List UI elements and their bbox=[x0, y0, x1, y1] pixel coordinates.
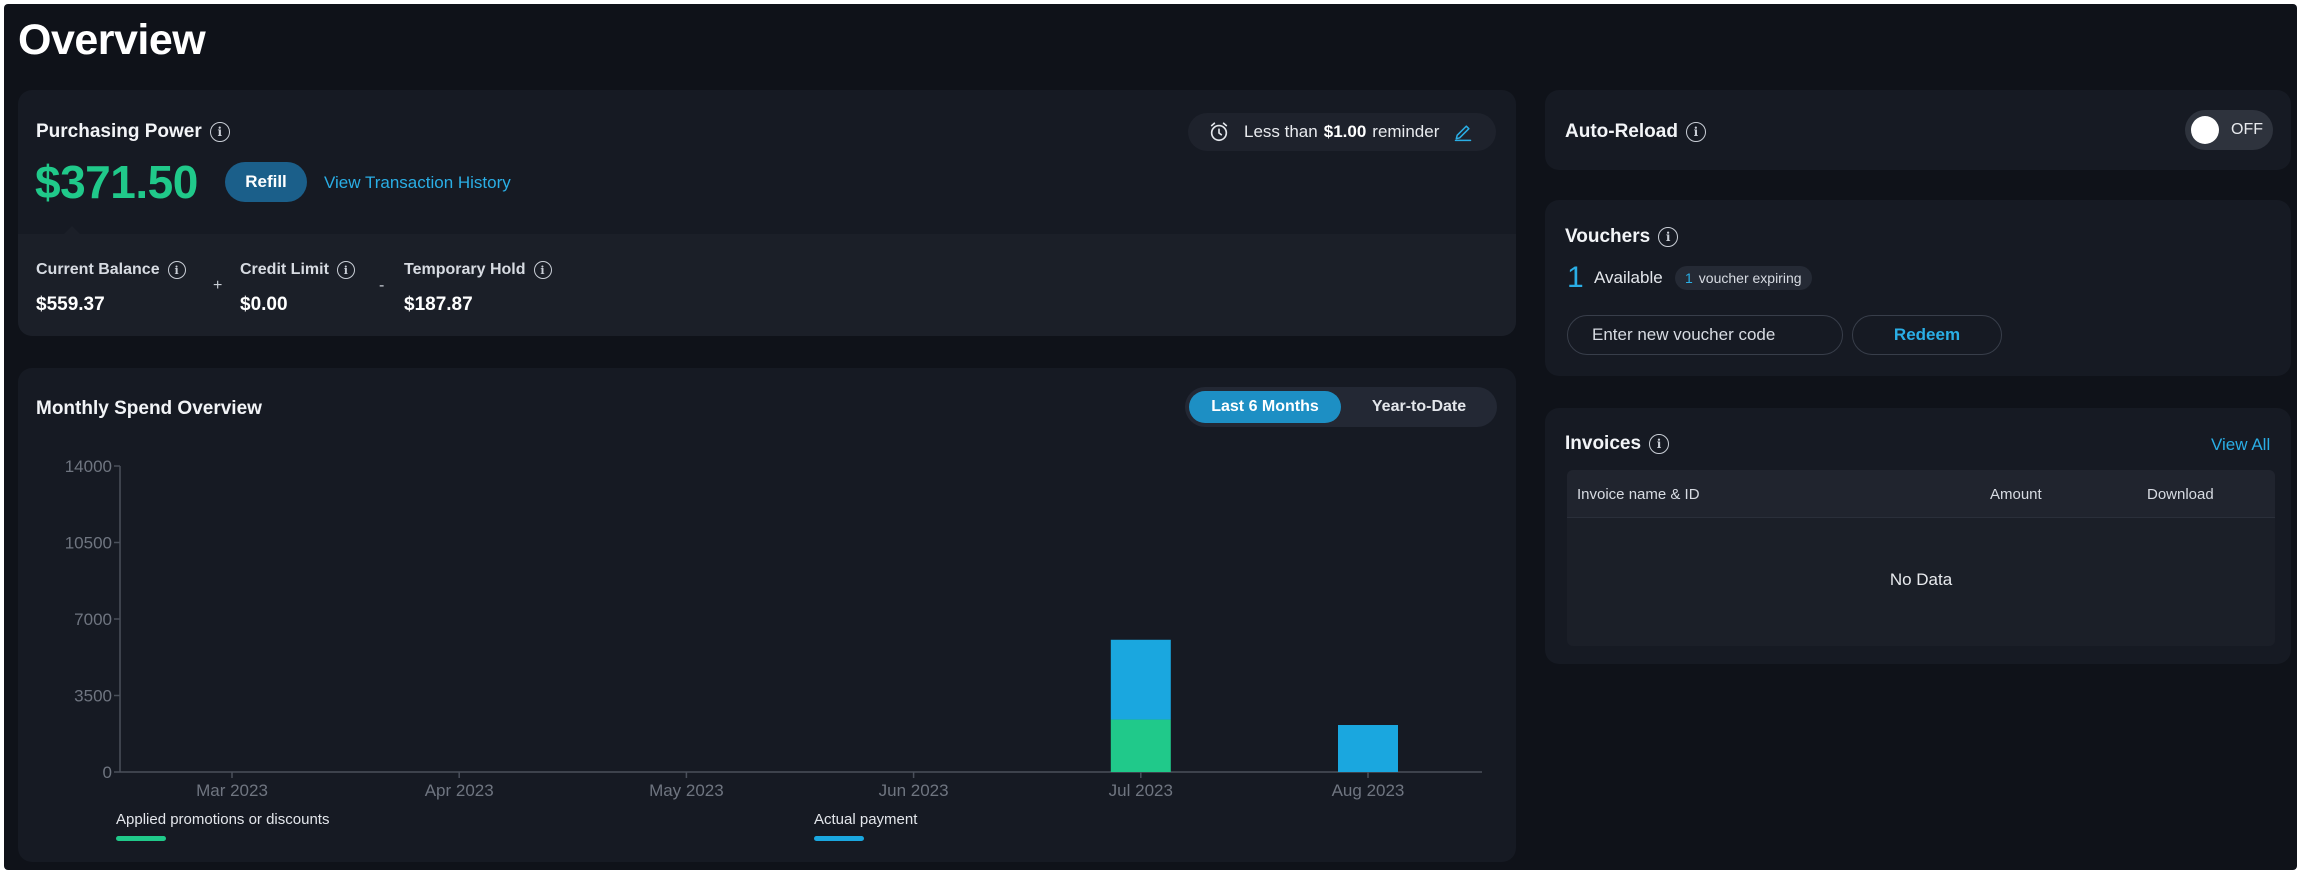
app-frame: Overview Purchasing Power i $371.50 Refi… bbox=[4, 4, 2297, 870]
x-tick-label: Jun 2023 bbox=[879, 781, 949, 800]
column-invoice-name[interactable]: Invoice name & ID bbox=[1577, 486, 1700, 503]
info-icon[interactable]: i bbox=[1685, 122, 1706, 142]
legend-label: Applied promotions or discounts bbox=[116, 811, 329, 828]
empty-state-text: No Data bbox=[1889, 570, 1953, 589]
y-tick-label: 7000 bbox=[74, 610, 112, 629]
info-icon[interactable]: i bbox=[1658, 227, 1679, 247]
bar-segment bbox=[1110, 719, 1171, 772]
invoices-title: Invoices i bbox=[1565, 433, 1670, 455]
table-header: Invoice name & ID Amount Download bbox=[1567, 470, 2275, 518]
x-tick-label: Apr 2023 bbox=[425, 781, 494, 800]
bar-segment bbox=[1338, 725, 1398, 772]
voucher-code-input[interactable] bbox=[1567, 315, 1843, 355]
voucher-count: 1 bbox=[1567, 261, 1584, 294]
auto-reload-toggle[interactable]: OFF bbox=[2185, 110, 2273, 150]
monthly-spend-chart: 0 3500 7000 10500 14000 Mar 2023 Apr 2023 May 2… bbox=[65, 457, 1482, 841]
y-tick-label: 0 bbox=[103, 763, 112, 782]
y-tick-label: 10500 bbox=[65, 534, 112, 553]
badge-count: 1 bbox=[1685, 270, 1693, 286]
view-all-invoices-link[interactable]: View All bbox=[2211, 435, 2270, 455]
badge-label: voucher expiring bbox=[1698, 270, 1802, 286]
toggle-state: OFF bbox=[2231, 121, 2263, 138]
invoices-table: Invoice name & ID Amount Download No Dat… bbox=[1567, 470, 2275, 646]
auto-reload-title: Auto-Reload i bbox=[1565, 121, 1706, 143]
legend-swatch bbox=[814, 836, 864, 841]
legend-swatch bbox=[116, 836, 166, 841]
legend-label: Actual payment bbox=[814, 811, 918, 828]
info-icon[interactable]: i bbox=[1649, 434, 1670, 454]
y-tick-label: 14000 bbox=[65, 457, 112, 476]
vouchers-title-text: Vouchers bbox=[1565, 226, 1651, 247]
x-tick-label: Mar 2023 bbox=[196, 781, 268, 800]
bar-segment bbox=[1110, 639, 1171, 720]
x-tick-label: Aug 2023 bbox=[1332, 781, 1405, 800]
voucher-expiring-badge: 1 voucher expiring bbox=[1675, 266, 1812, 290]
toggle-knob bbox=[2191, 116, 2219, 144]
x-tick-label: Jul 2023 bbox=[1109, 781, 1173, 800]
y-tick-label: 3500 bbox=[74, 687, 112, 706]
voucher-available-label: Available bbox=[1594, 268, 1663, 287]
invoices-title-text: Invoices bbox=[1565, 433, 1642, 454]
column-download[interactable]: Download bbox=[2147, 486, 2214, 503]
vouchers-title: Vouchers i bbox=[1565, 226, 1679, 248]
x-tick-label: May 2023 bbox=[649, 781, 724, 800]
redeem-button[interactable]: Redeem bbox=[1852, 315, 2002, 355]
column-amount[interactable]: Amount bbox=[1990, 486, 2042, 503]
auto-reload-title-text: Auto-Reload bbox=[1565, 121, 1678, 142]
